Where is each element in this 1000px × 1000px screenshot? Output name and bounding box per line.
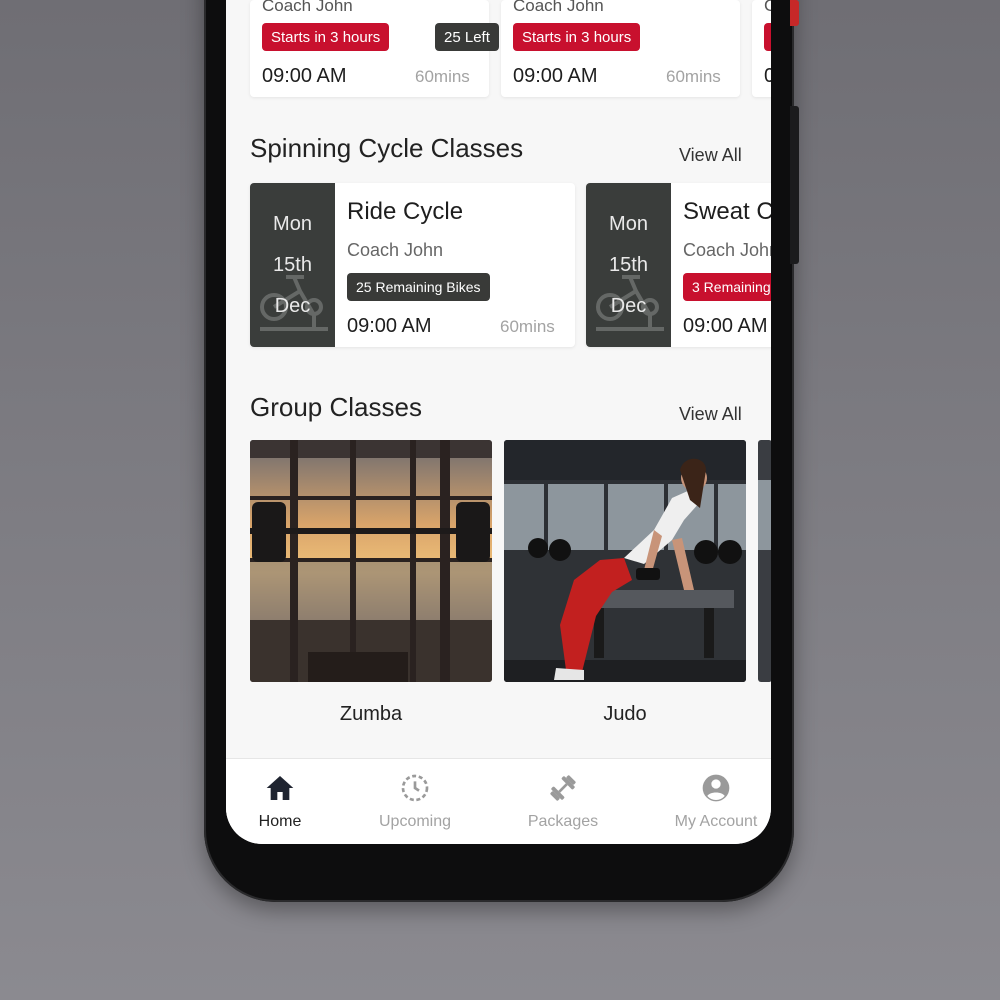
nav-item-my-account[interactable]: My Account [666,759,766,844]
nav-label: Home [258,813,302,830]
group-class-image-zumba[interactable] [250,440,492,682]
home-icon [266,776,294,800]
nav-label: Packages [527,813,599,830]
view-all-spinning-link[interactable]: View All [679,145,742,166]
date-month: Dec [274,295,311,317]
view-all-group-link[interactable]: View All [679,404,742,425]
bottom-navigation: Home Upcoming Packages My Account [226,758,771,844]
account-icon [702,774,730,802]
phone-volume-button [790,106,799,264]
coach-name: Coach John [262,0,353,15]
section-title-group: Group Classes [250,392,422,422]
coach-name: Coach John [683,240,771,260]
date-block: Mon 15th Dec [250,183,335,347]
section-title-spinning: Spinning Cycle Classes [250,133,524,163]
class-time: 09:00 AM [513,65,598,87]
class-time: 0 [764,65,771,87]
class-time: 09:00 AM [683,315,768,337]
spinning-class-card[interactable]: Mon 15th Dec Ride Cycle Coach John 25 Re… [250,183,575,347]
group-class-label: Zumba [339,703,403,725]
class-name: Ride Cycle [347,198,464,225]
nav-label: Upcoming [378,813,452,830]
class-duration: 60mins [415,67,470,86]
date-number: 15th [609,254,648,276]
date-number: 15th [273,254,312,276]
date-day: Mon [609,213,648,235]
nav-item-upcoming[interactable]: Upcoming [370,759,460,844]
phone-bottom-bezel [226,844,771,868]
status-badge: Starts in 3 hours [513,23,641,51]
coach-name: Coach John [513,0,604,15]
class-time: 09:00 AM [347,315,432,337]
coach-name: C [764,0,771,15]
phone-side-button [790,0,799,26]
class-duration: 60mins [666,67,721,86]
class-card[interactable]: Coach John Starts in 3 hours 25 Left 09:… [250,0,499,97]
class-card[interactable]: Coach John Starts in 3 hours 09:00 AM 60… [501,0,740,97]
remaining-bikes-badge: 3 Remaining [683,273,771,301]
date-month: Dec [610,295,647,317]
remaining-bikes-badge: 25 Remaining Bikes [347,273,490,301]
nav-item-packages[interactable]: Packages [518,759,608,844]
status-badge [764,23,771,51]
group-class-image-judo[interactable] [504,440,746,682]
spots-badge: 25 Left [435,23,499,51]
dumbbell-icon [550,775,576,801]
group-class-image[interactable] [758,440,771,682]
group-class-label: Judo [603,703,647,725]
class-card[interactable]: C 0 [752,0,771,97]
status-badge: Starts in 3 hours [262,23,390,51]
coach-name: Coach John [347,240,444,260]
app-screen: Coach John Starts in 3 hours 25 Left 09:… [226,0,771,844]
nav-item-home[interactable]: Home [250,759,310,844]
class-duration: 60mins [500,317,555,336]
spinning-class-card[interactable]: Mon 15th Dec Sweat C Coach John 3 Remain… [586,183,771,347]
date-block: Mon 15th Dec [586,183,671,347]
class-name: Sweat C [683,198,771,225]
clock-icon [401,774,429,802]
class-time: 09:00 AM [262,65,347,87]
date-day: Mon [273,213,312,235]
nav-label: My Account [674,813,758,830]
